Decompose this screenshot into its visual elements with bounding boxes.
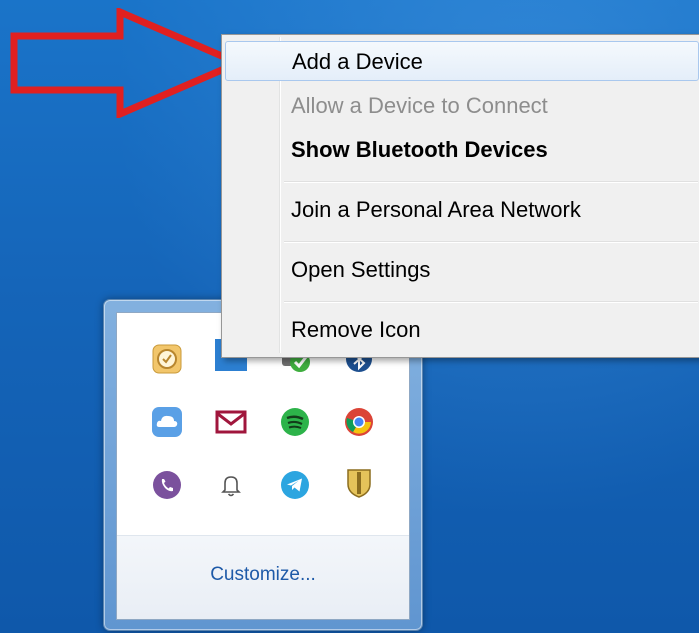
- menu-item-label: Join a Personal Area Network: [291, 197, 581, 222]
- menu-item-allow-device-to-connect[interactable]: Allow a Device to Connect: [225, 86, 699, 126]
- menu-item-join-personal-area-network[interactable]: Join a Personal Area Network: [225, 190, 699, 230]
- menu-item-label: Show Bluetooth Devices: [291, 137, 548, 162]
- telegram-icon[interactable]: [275, 465, 315, 505]
- mail-icon[interactable]: [211, 402, 251, 442]
- menu-item-label: Add a Device: [292, 49, 423, 74]
- menu-separator: [284, 181, 698, 183]
- timer-app-icon[interactable]: [147, 339, 187, 379]
- bluetooth-context-menu: Add a Device Allow a Device to Connect S…: [221, 34, 699, 358]
- tray-icon-panel: box: [116, 312, 410, 620]
- tray-footer: Customize...: [117, 536, 409, 619]
- menu-item-label: Allow a Device to Connect: [291, 93, 548, 118]
- notification-bell-icon[interactable]: [211, 465, 251, 505]
- viber-icon[interactable]: [147, 465, 187, 505]
- chrome-icon[interactable]: [339, 402, 379, 442]
- menu-separator: [284, 301, 698, 303]
- menu-item-label: Open Settings: [291, 257, 431, 282]
- menu-item-remove-icon[interactable]: Remove Icon: [225, 310, 699, 350]
- menu-item-add-a-device[interactable]: Add a Device: [225, 41, 699, 81]
- menu-item-show-bluetooth-devices[interactable]: Show Bluetooth Devices: [225, 130, 699, 170]
- menu-item-open-settings[interactable]: Open Settings: [225, 250, 699, 290]
- customize-link[interactable]: Customize...: [117, 564, 409, 586]
- shield-icon[interactable]: [339, 463, 379, 503]
- icloud-icon[interactable]: [147, 402, 187, 442]
- menu-item-label: Remove Icon: [291, 317, 421, 342]
- spotify-icon[interactable]: [275, 402, 315, 442]
- annotation-arrow-icon: [10, 8, 247, 118]
- menu-separator: [284, 241, 698, 243]
